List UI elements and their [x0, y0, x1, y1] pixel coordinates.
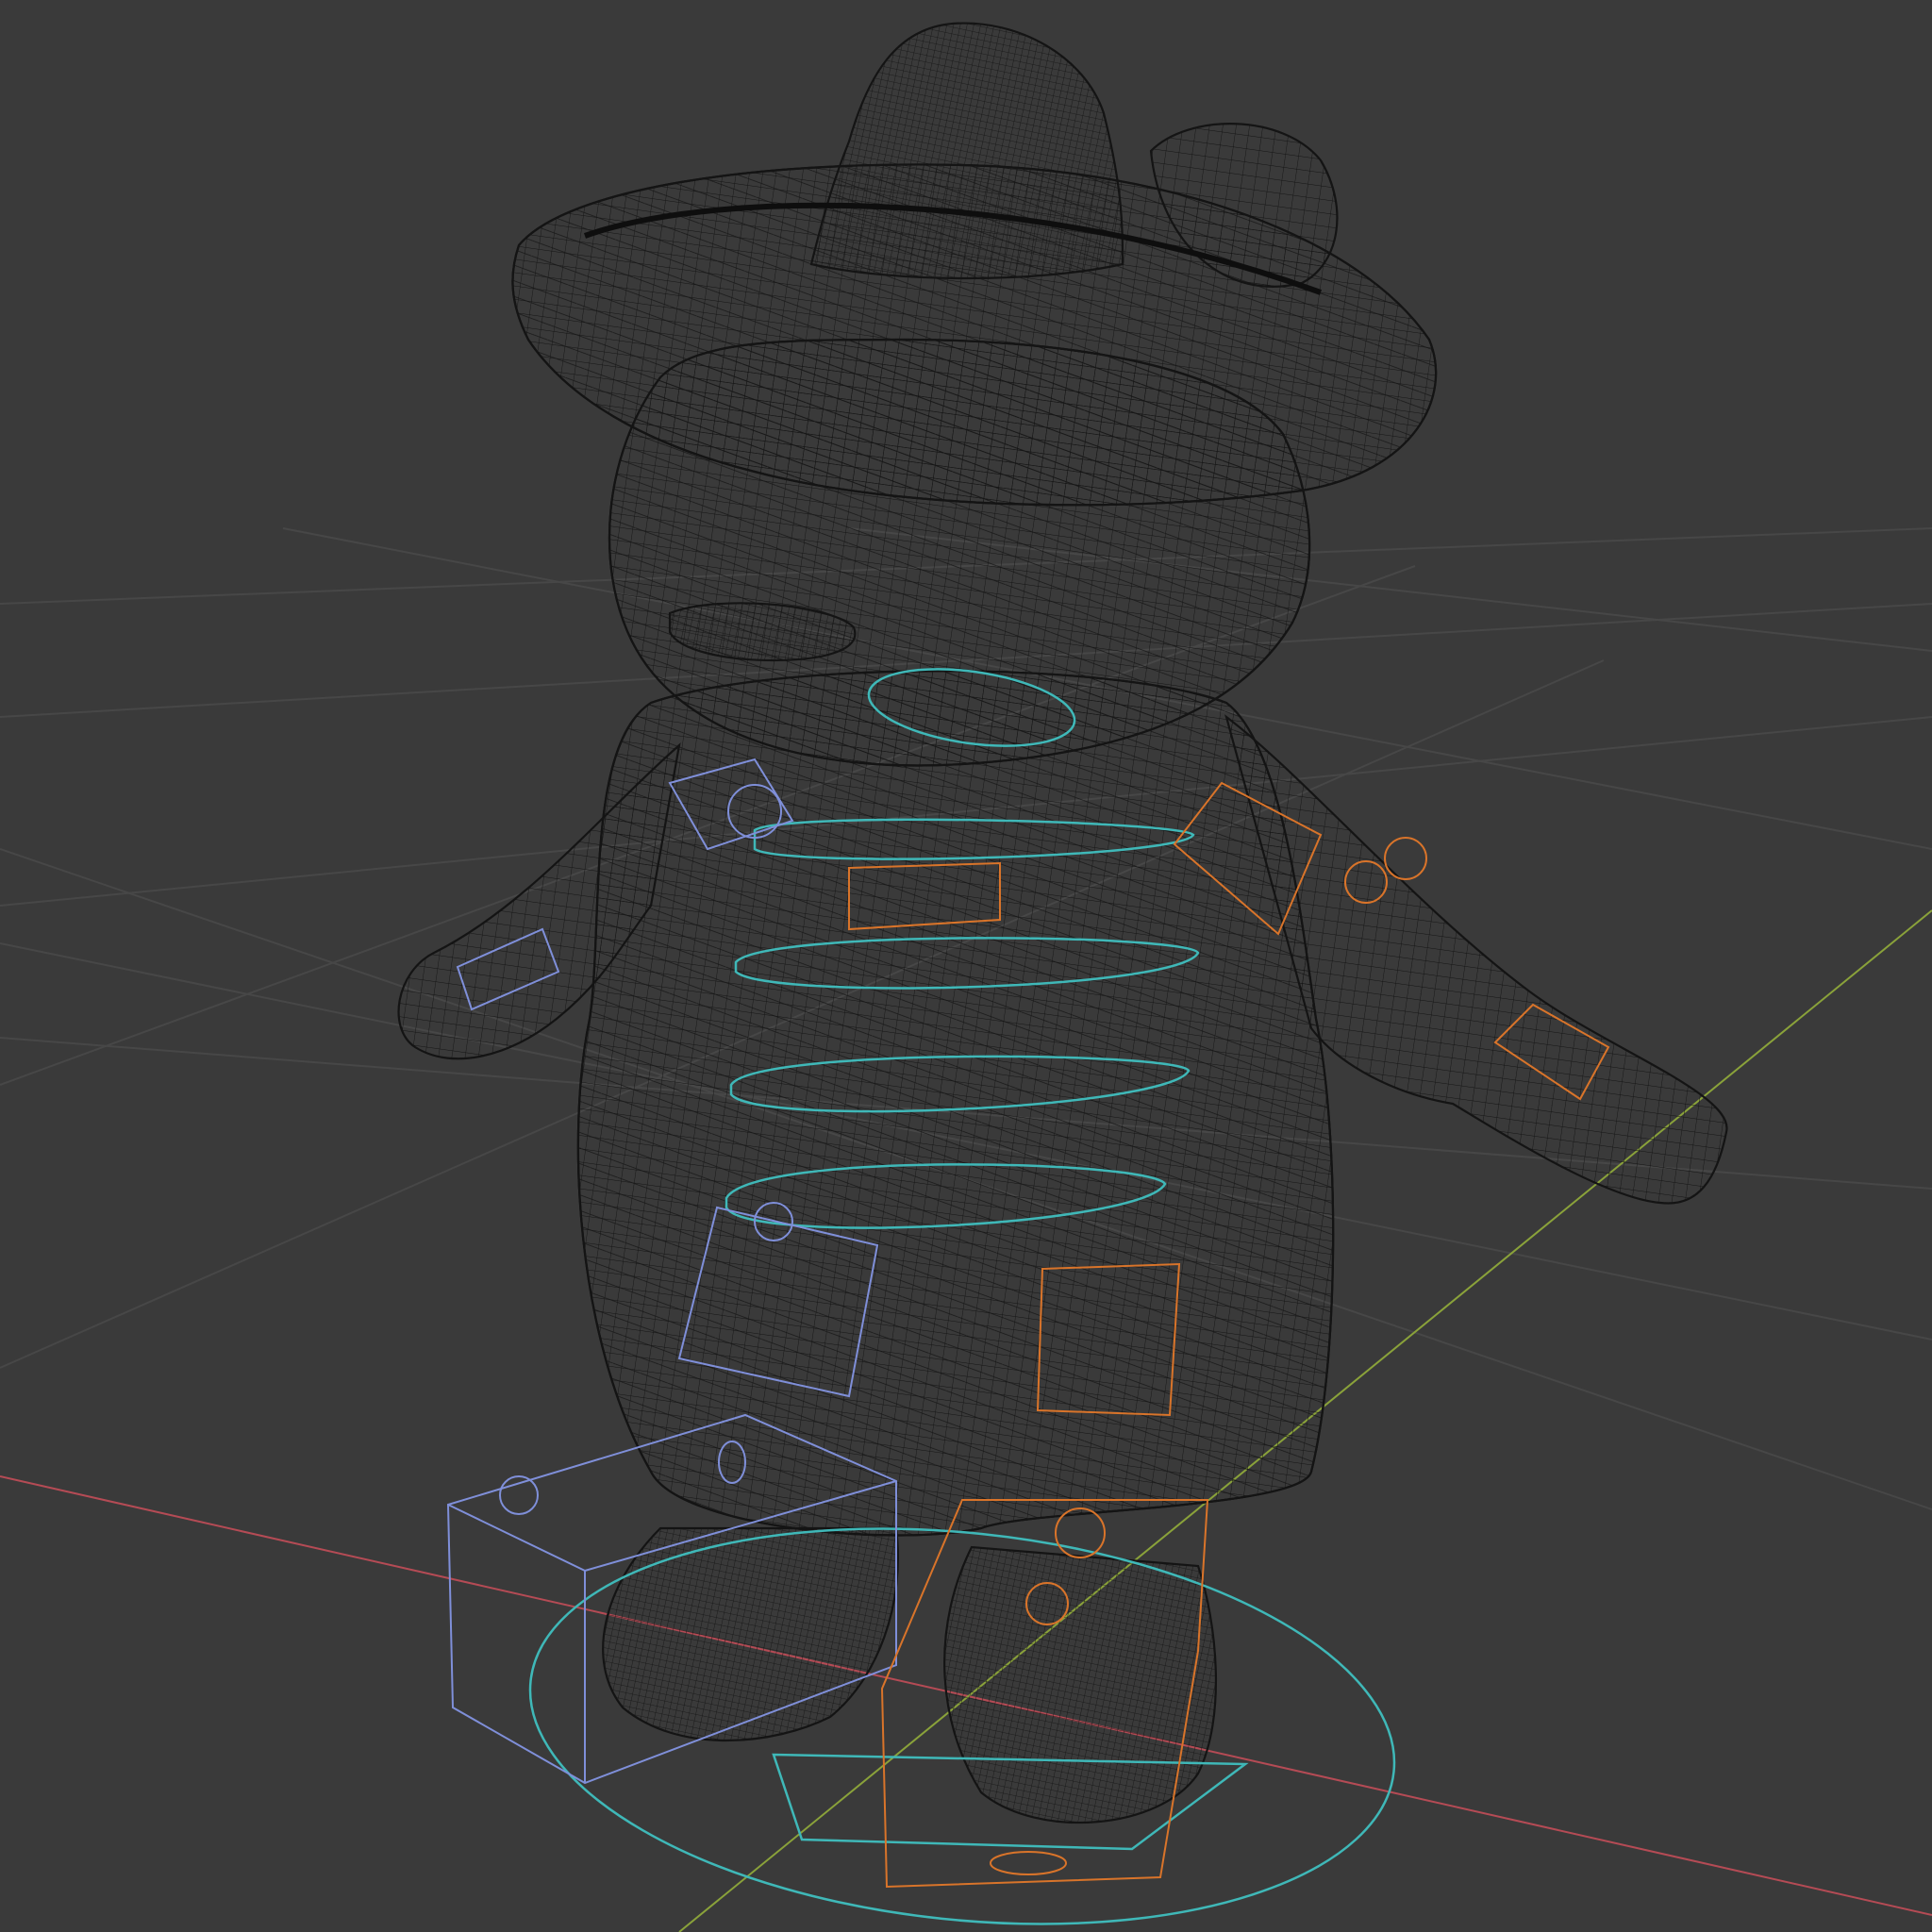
viewport-canvas[interactable] — [0, 0, 1932, 1932]
3d-viewport[interactable] — [0, 0, 1932, 1932]
right-elbow-icon-b — [1384, 837, 1427, 880]
mesh-right-foot — [943, 1545, 1218, 1824]
right-heel-icon — [990, 1851, 1067, 1875]
left-foot-target-icon — [499, 1475, 539, 1515]
mesh-left-foot — [602, 1526, 900, 1742]
character-mesh[interactable] — [397, 22, 1728, 1824]
